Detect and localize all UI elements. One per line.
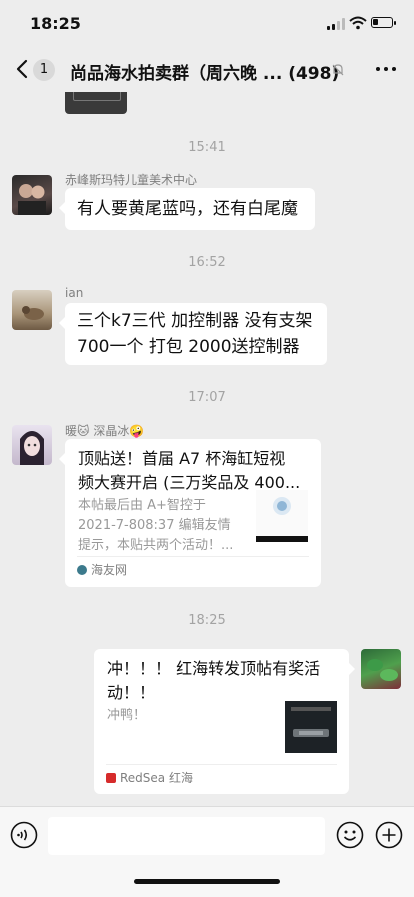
message-text: 700一个 打包 2000送控制器 [77,337,300,357]
timestamp: 17:07 [188,390,226,405]
chat-header: 1 尚品海水拍卖群（周六晚 ... (498) [0,46,414,92]
message-input[interactable] [48,817,325,855]
card-description: 本帖最后由 A+智控于 [78,498,206,513]
sender-name: 暖🐱 深晶冰🤪 [65,424,145,438]
chat-title: 尚品海水拍卖群（周六晚 ... (498) [70,64,340,84]
card-title: 顶贴送！首届 A7 杯海缸短视 [78,449,286,468]
avatar[interactable] [12,175,52,215]
avatar[interactable] [12,425,52,465]
battery-icon [371,17,396,28]
link-card[interactable]: 冲！！！ 红海转发顶帖有奖活 动！！ 冲鸭！ RedSea 红海 [94,649,355,794]
card-thumbnail [285,701,337,753]
status-time: 18:25 [30,14,81,33]
message-text: 有人要黄尾蓝吗，还有白尾魔 [77,199,298,219]
timestamp: 15:41 [188,140,226,155]
back-arrow-icon[interactable] [12,58,34,80]
message-bubble[interactable]: 有人要黄尾蓝吗，还有白尾魔 [59,188,315,230]
emoji-icon[interactable] [336,821,364,849]
unread-badge[interactable]: 1 [33,59,55,81]
wifi-icon [349,16,367,30]
card-description: 冲鸭！ [107,708,147,723]
avatar[interactable] [12,290,52,330]
home-indicator[interactable] [134,879,280,884]
card-description: 提示，本贴共两个活动！... [78,538,234,553]
message-list[interactable]: 15:41 赤峰斯玛特儿童美术中心 有人要黄尾蓝吗，还有白尾魔 16:52 ia… [0,92,414,806]
avatar[interactable] [361,649,401,689]
card-thumbnail [256,490,308,542]
timestamp: 16:52 [188,255,226,270]
mute-bell-icon [332,64,344,76]
source-icon [77,565,87,575]
card-source: 海友网 [77,556,309,579]
card-source: RedSea 红海 [106,764,337,787]
timestamp: 18:25 [188,613,226,628]
sender-name: 赤峰斯玛特儿童美术中心 [65,173,198,187]
voice-input-icon[interactable] [10,821,38,849]
more-options-icon[interactable] [374,67,398,73]
message-bubble[interactable]: 三个k7三代 加控制器 没有支架 700一个 打包 2000送控制器 [59,303,327,365]
previous-image-message[interactable] [65,92,127,114]
card-description: 2021-7-808:37 编辑友情 [78,518,231,533]
link-card[interactable]: 顶贴送！首届 A7 杯海缸短视 频大赛开启 (三万奖品及 400... 本帖最后… [59,439,321,587]
signal-icon [327,18,345,30]
add-more-icon[interactable] [375,821,403,849]
message-text: 三个k7三代 加控制器 没有支架 [77,311,313,331]
sender-name: ian [65,286,84,300]
card-title: 冲！！！ 红海转发顶帖有奖活 [107,659,321,678]
source-icon [106,773,116,783]
source-name: RedSea 红海 [120,771,193,785]
source-name: 海友网 [91,563,128,577]
status-bar: 18:25 [0,0,414,46]
